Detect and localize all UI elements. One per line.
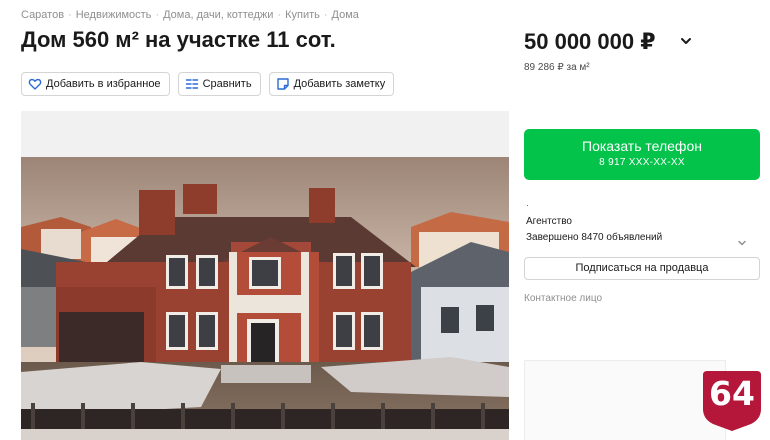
price-per-m2: 89 286 ₽ за м² [524,62,590,73]
listing-price: 50 000 000 ₽ [524,29,656,54]
breadcrumb-item[interactable]: Саратов [21,9,64,21]
show-phone-button[interactable]: Показать телефон 8 917 XXX-XX-XX [524,129,760,180]
add-note-label: Добавить заметку [293,78,386,90]
breadcrumb-item[interactable]: Недвижимость [76,9,152,21]
seller-completed-count: Завершено 8470 объявлений [526,232,663,243]
breadcrumb-separator: · [277,9,282,21]
seller-type: Агентство [526,216,572,227]
compare-icon [185,77,199,91]
compare-label: Сравнить [202,78,252,90]
chevron-down-icon[interactable] [678,33,694,49]
region-badge-label: 64 [709,374,755,413]
listing-toolbar: Добавить в избранное Сравнить Добавить з… [21,72,395,96]
breadcrumb-item[interactable]: Дома, дачи, коттеджи [163,9,273,21]
breadcrumb-item[interactable]: Дома [332,9,359,21]
photo-gallery[interactable] [21,111,509,440]
add-to-favorites-button[interactable]: Добавить в избранное [21,72,170,96]
breadcrumb-item[interactable]: Купить [285,9,320,21]
breadcrumb-separator: · [68,9,72,21]
heart-icon [28,77,42,91]
add-note-button[interactable]: Добавить заметку [268,72,395,96]
listing-title: Дом 560 м² на участке 11 сот. [21,27,336,52]
chevron-down-icon[interactable] [736,236,748,248]
house-photo[interactable] [21,157,509,440]
seller-name[interactable]: · [526,200,529,210]
side-card [524,360,726,440]
phone-masked: 8 917 XXX-XX-XX [599,157,685,168]
note-icon [276,77,290,91]
compare-button[interactable]: Сравнить [177,72,261,96]
subscribe-seller-button[interactable]: Подписаться на продавца [524,257,760,280]
breadcrumb-separator: · [155,9,160,21]
breadcrumb: Саратов · Недвижимость · Дома, дачи, коттедж… [21,9,359,21]
contact-person-label: Контактное лицо [524,293,603,304]
breadcrumb-separator: · [323,9,328,21]
add-to-favorites-label: Добавить в избранное [46,78,161,90]
show-phone-label: Показать телефон [582,138,702,154]
